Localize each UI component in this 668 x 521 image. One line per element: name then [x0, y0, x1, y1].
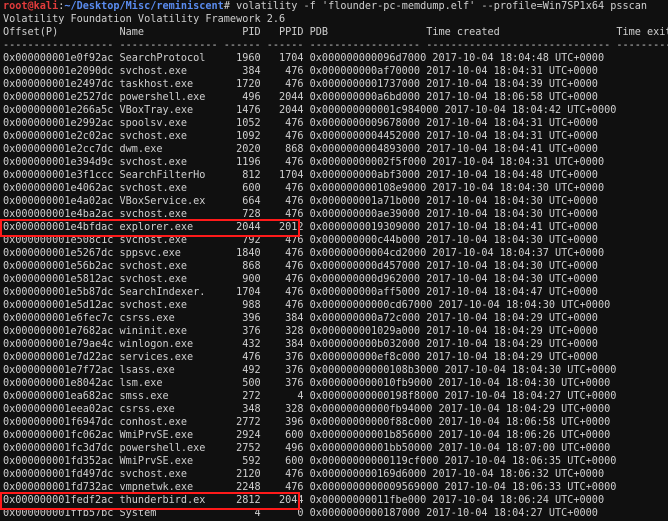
table-row: 0x000000001e5267dc sppsvc.exe 1840 476 0…: [3, 248, 605, 259]
table-row: 0x000000001fd497dc svchost.exe 2120 476 …: [3, 469, 605, 480]
table-header: Offset(P) Name PID PPID PDB Time created…: [3, 27, 668, 38]
table-row: 0x000000001e7682ac wininit.exe 376 328 0…: [3, 326, 598, 337]
table-row: 0x000000001e508c1c svchost.exe 792 476 0…: [3, 235, 598, 246]
process-list: 0x000000001e0f92ac SearchProtocol 1960 1…: [3, 52, 668, 520]
table-row: 0x000000001e4a02ac VBoxService.ex 664 47…: [3, 196, 598, 207]
table-row: 0x000000001e5d12ac svchost.exe 988 476 0…: [3, 300, 611, 311]
prompt-user-host: root@kali: [3, 1, 59, 12]
table-row: 0x000000001ffb57bc System 4 0 0x00000000…: [3, 508, 598, 519]
prompt-line: root@kali:~/Desktop/Misc/reminiscent# vo…: [3, 0, 668, 13]
table-row: 0x000000001fd352ac WmiPrvSE.exe 592 600 …: [3, 456, 617, 467]
terminal-output: root@kali:~/Desktop/Misc/reminiscent# vo…: [3, 0, 668, 520]
table-row: 0x000000001e2090dc svchost.exe 384 476 0…: [3, 66, 598, 77]
table-row: 0x000000001e7f72ac lsass.exe 492 376 0x0…: [3, 365, 617, 376]
table-row: 0x000000001fc3d7dc powershell.exe 2752 4…: [3, 443, 611, 454]
table-row: 0x000000001e56b2ac svchost.exe 868 476 0…: [3, 261, 598, 272]
table-row: 0x000000001e8042ac lsm.exe 500 376 0x000…: [3, 378, 611, 389]
table-row: 0x000000001e266a5c VBoxTray.exe 1476 204…: [3, 105, 617, 116]
table-row: 0x000000001fedf2ac thunderbird.ex 2812 2…: [3, 495, 605, 506]
table-row: 0x000000001e4bfdac explorer.exe 2044 201…: [3, 222, 598, 233]
table-row: 0x000000001e3f1ccc SearchFilterHo 812 17…: [3, 170, 598, 181]
table-row: 0x000000001fc062ac WmiPrvSE.exe 2924 600…: [3, 430, 611, 441]
table-row: 0x000000001ea682ac smss.exe 272 4 0x0000…: [3, 391, 617, 402]
table-row: 0x000000001e2992ac spoolsv.exe 1052 476 …: [3, 118, 598, 129]
table-row: 0x000000001e5b87dc SearchIndexer. 1704 4…: [3, 287, 598, 298]
table-row: 0x000000001e2c02ac svchost.exe 1092 476 …: [3, 131, 598, 142]
table-row: 0x000000001fd732ac vmpnetwk.exe 2248 476…: [3, 482, 617, 493]
prompt-path: ~/Desktop/Misc/reminiscent: [64, 1, 224, 12]
table-row: 0x000000001e0f92ac SearchProtocol 1960 1…: [3, 53, 605, 64]
table-row: 0x000000001e4ba2ac svchost.exe 728 476 0…: [3, 209, 598, 220]
table-row: 0x000000001e2497dc taskhost.exe 1720 476…: [3, 79, 598, 90]
table-row: 0x000000001e6fec7c csrss.exe 396 384 0x0…: [3, 313, 598, 324]
table-row: 0x000000001e2527dc powershell.exe 496 20…: [3, 92, 598, 103]
table-row: 0x000000001e79ae4c winlogon.exe 432 384 …: [3, 339, 598, 350]
table-row: 0x000000001e394d9c svchost.exe 1196 476 …: [3, 157, 605, 168]
table-divider: ------------------ ---------------- ----…: [3, 40, 668, 51]
command-text[interactable]: volatility -f 'flounder-pc-memdump.elf' …: [230, 1, 647, 12]
table-row: 0x000000001f6947dc conhost.exe 2772 396 …: [3, 417, 611, 428]
table-row: 0x000000001e5812ac svchost.exe 900 476 0…: [3, 274, 598, 285]
banner-line: Volatility Foundation Volatility Framewo…: [3, 14, 286, 25]
table-row: 0x000000001e7d22ac services.exe 476 376 …: [3, 352, 598, 363]
table-row: 0x000000001e2cc7dc dwm.exe 2020 868 0x00…: [3, 144, 598, 155]
table-row: 0x000000001eea02ac csrss.exe 348 328 0x0…: [3, 404, 611, 415]
table-row: 0x000000001e4062ac svchost.exe 600 476 0…: [3, 183, 605, 194]
